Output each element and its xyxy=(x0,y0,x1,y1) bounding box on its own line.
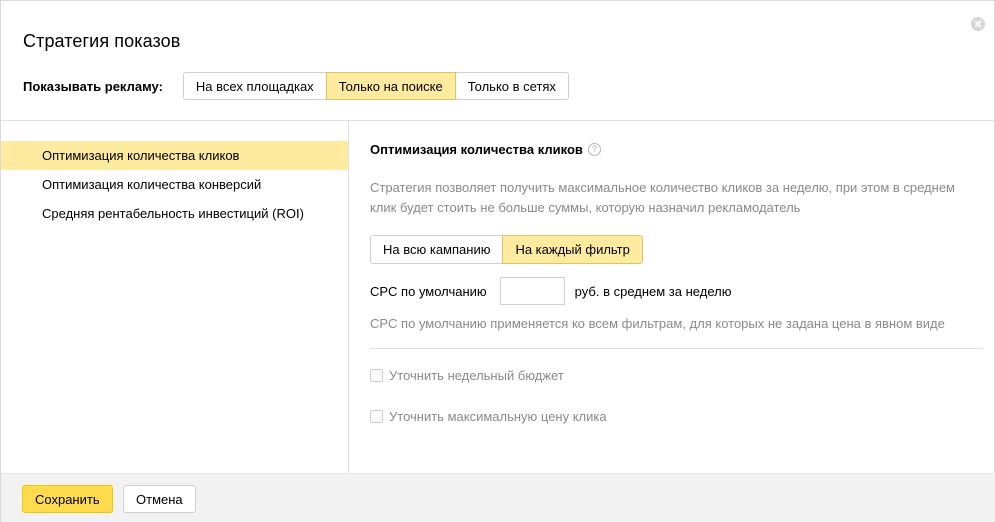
cpc-row: CPC по умолчанию руб. в среднем за недел… xyxy=(370,277,731,305)
dialog-footer: Сохранить Отмена xyxy=(1,473,995,522)
strategy-list-pane: Оптимизация количества кликов Оптимизаци… xyxy=(1,121,349,473)
show-ads-row: Показывать рекламу: На всех площадках То… xyxy=(23,72,569,100)
max-price-checkbox-row[interactable]: Уточнить максимальную цену клика xyxy=(370,409,607,424)
max-price-checkbox[interactable] xyxy=(370,410,383,423)
show-ads-option-networks[interactable]: Только в сетях xyxy=(454,72,569,100)
strategy-item-roi[interactable]: Средняя рентабельность инвестиций (ROI) xyxy=(1,199,348,228)
strategy-list: Оптимизация количества кликов Оптимизаци… xyxy=(1,141,348,228)
budget-checkbox[interactable] xyxy=(370,369,383,382)
budget-checkbox-row[interactable]: Уточнить недельный бюджет xyxy=(370,368,564,383)
show-ads-option-all[interactable]: На всех площадках xyxy=(182,72,327,100)
close-icon[interactable] xyxy=(971,17,985,31)
cpc-label: CPC по умолчанию xyxy=(370,283,487,299)
strategy-details-pane: Оптимизация количества кликов ? Стратеги… xyxy=(370,121,985,473)
cpc-hint: CPC по умолчанию применяется ко всем фил… xyxy=(370,316,945,331)
details-heading: Оптимизация количества кликов ? xyxy=(370,142,601,157)
strategy-description: Стратегия позволяет получить максимально… xyxy=(370,180,955,215)
question-circle-icon[interactable]: ? xyxy=(587,143,601,156)
save-button[interactable]: Сохранить xyxy=(22,485,113,513)
scope-segmented-control: На всю кампанию На каждый фильтр xyxy=(370,235,643,264)
cpc-input[interactable] xyxy=(499,277,565,305)
show-ads-segmented-control: На всех площадках Только на поиске Тольк… xyxy=(182,72,569,100)
details-divider xyxy=(370,348,983,349)
strategy-item-clicks[interactable]: Оптимизация количества кликов xyxy=(1,141,348,170)
show-ads-option-search[interactable]: Только на поиске xyxy=(325,72,456,100)
scope-option-campaign[interactable]: На всю кампанию xyxy=(370,235,504,264)
budget-checkbox-label: Уточнить недельный бюджет xyxy=(389,368,564,383)
cpc-unit: руб. в среднем за неделю xyxy=(574,283,732,299)
scope-option-each-filter[interactable]: На каждый фильтр xyxy=(502,235,643,264)
max-price-checkbox-label: Уточнить максимальную цену клика xyxy=(389,409,607,424)
strategy-dialog: Стратегия показов Показывать рекламу: На… xyxy=(0,0,995,522)
dialog-title: Стратегия показов xyxy=(23,31,181,51)
details-heading-text: Оптимизация количества кликов xyxy=(370,142,583,157)
cancel-button[interactable]: Отмена xyxy=(123,485,196,513)
show-ads-label: Показывать рекламу: xyxy=(23,78,163,94)
strategy-item-conversions[interactable]: Оптимизация количества конверсий xyxy=(1,170,348,199)
